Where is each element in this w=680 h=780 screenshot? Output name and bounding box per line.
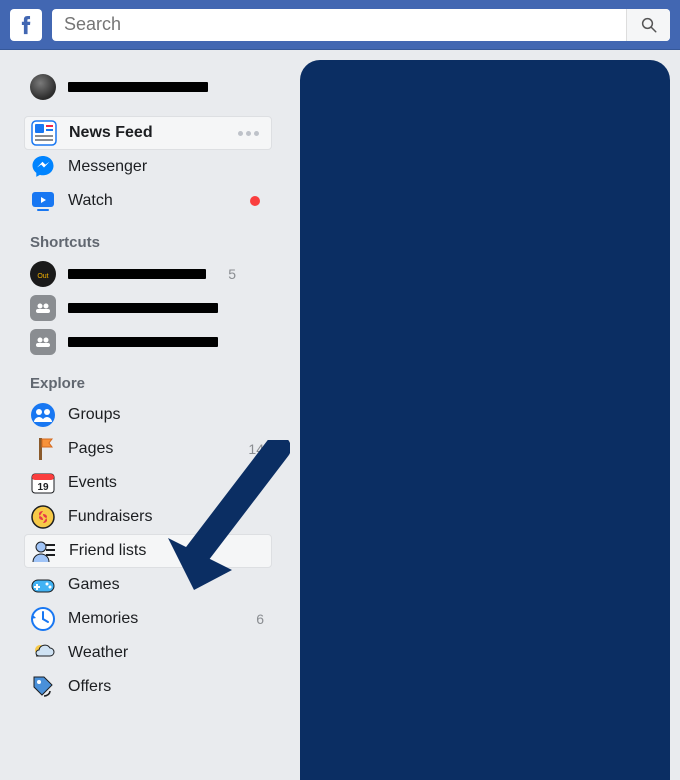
svg-text:Out: Out [37,273,48,280]
svg-text:19: 19 [37,482,49,493]
pages-label: Pages [68,440,234,458]
newsfeed-label: News Feed [69,124,226,142]
memories-label: Memories [68,610,234,628]
friendlists-label: Friend lists [69,542,263,560]
facebook-f-icon [15,14,37,36]
sidebar: News Feed Messenger Watch Shortcuts Out [0,50,282,714]
sidebar-item-offers[interactable]: Offers [24,670,272,704]
messenger-icon [30,154,56,180]
sidebar-item-weather[interactable]: Weather [24,636,272,670]
sidebar-item-games[interactable]: Games [24,568,272,602]
profile-link[interactable] [24,70,272,104]
memories-count: 6 [246,611,264,627]
groups-label: Groups [68,406,264,424]
weather-label: Weather [68,644,264,662]
search-wrap [52,9,670,41]
sidebar-item-watch[interactable]: Watch [24,184,272,218]
shortcut-count: 5 [218,266,236,282]
search-icon [640,16,658,34]
content-panel [300,60,670,780]
games-label: Games [68,576,264,594]
sidebar-item-friendlists[interactable]: Friend lists [24,534,272,568]
sidebar-item-newsfeed[interactable]: News Feed [24,116,272,150]
more-options-icon[interactable] [238,131,263,136]
sidebar-item-groups[interactable]: Groups [24,398,272,432]
sidebar-item-pages[interactable]: Pages 14 [24,432,272,466]
search-button[interactable] [626,9,670,41]
weather-icon [30,640,56,666]
groups-icon [30,402,56,428]
fundraisers-icon [30,504,56,530]
topbar [0,0,680,50]
group-icon [30,329,56,355]
profile-name-redacted [68,82,208,92]
offers-label: Offers [68,678,264,696]
messenger-label: Messenger [68,158,264,176]
games-icon [30,572,56,598]
pages-icon [30,436,56,462]
shortcut-item[interactable] [24,325,272,359]
avatar [30,74,56,100]
sidebar-item-events[interactable]: 19 Events 1 [24,466,272,500]
events-count: 1 [246,475,264,491]
section-header-shortcuts: Shortcuts [30,234,272,251]
watch-label: Watch [68,192,238,210]
pages-count: 14 [246,441,264,457]
memories-icon [30,606,56,632]
group-icon [30,295,56,321]
section-header-explore: Explore [30,375,272,392]
search-input[interactable] [52,9,670,41]
sidebar-item-messenger[interactable]: Messenger [24,150,272,184]
group-icon: Out [30,261,56,287]
notification-dot-icon [250,196,260,206]
events-icon: 19 [30,470,56,496]
offers-icon [30,674,56,700]
sidebar-item-memories[interactable]: Memories 6 [24,602,272,636]
shortcut-name-redacted [68,269,206,279]
sidebar-item-fundraisers[interactable]: Fundraisers [24,500,272,534]
shortcut-item[interactable]: Out 5 [24,257,272,291]
shortcut-name-redacted [68,337,218,347]
shortcut-name-redacted [68,303,218,313]
newsfeed-icon [31,120,57,146]
watch-icon [30,188,56,214]
fundraisers-label: Fundraisers [68,508,264,526]
events-label: Events [68,474,234,492]
friendlists-icon [31,538,57,564]
facebook-logo[interactable] [10,9,42,41]
shortcut-item[interactable] [24,291,272,325]
